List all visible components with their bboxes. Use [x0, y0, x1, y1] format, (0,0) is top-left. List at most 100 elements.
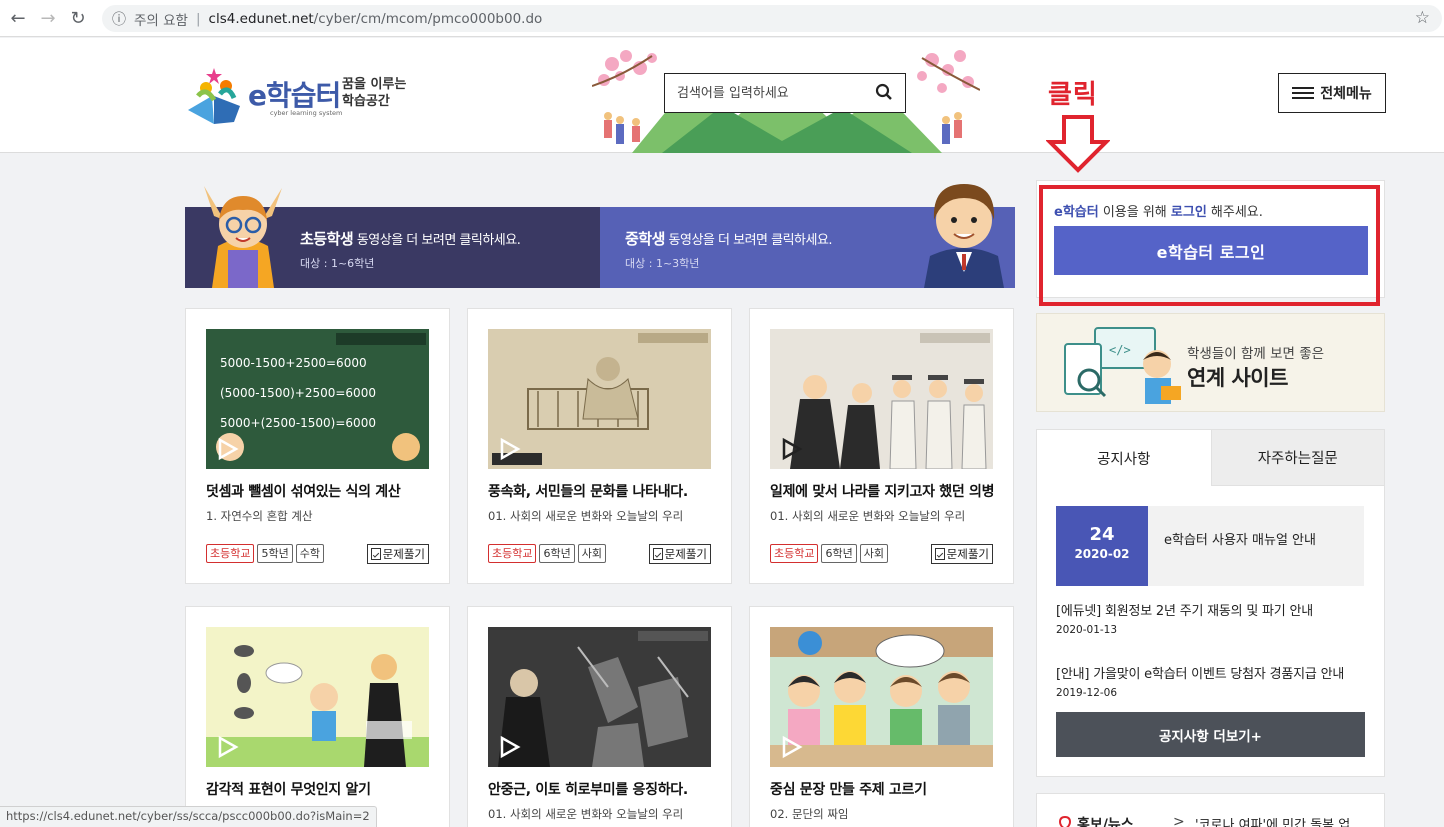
url-path: /cyber/cm/mcom/pmco000b00.do: [313, 10, 543, 27]
site-logo[interactable]: e학습터 꿈을 이루는 학습공간 cyber learning system: [184, 60, 414, 130]
linked-sites-illustration: </>: [1064, 327, 1181, 404]
featured-year-month: 2020-02: [1074, 547, 1130, 561]
card-tags: 초등학교 6학년 사회: [770, 544, 891, 563]
grade-tag: 6학년: [821, 544, 857, 563]
tagline-line1: 꿈을 이루는: [342, 77, 407, 92]
notice-title: [안내] 가을맞이 e학습터 이벤트 당첨자 경품지급 안내: [1056, 667, 1345, 682]
all-menu-button[interactable]: 전체메뉴: [1278, 73, 1386, 113]
linked-sites-subtitle: 학생들이 함께 보면 좋은: [1187, 346, 1325, 362]
quiz-label: 문제풀기: [946, 547, 989, 561]
subject-tag: 사회: [859, 544, 888, 563]
tab-faq[interactable]: 자주하는질문: [1210, 430, 1384, 486]
ahn-jung-geun-thumbnail: [488, 627, 711, 767]
back-arrow-icon[interactable]: ←: [6, 6, 30, 30]
video-card-5[interactable]: 안중근, 이토 히로부미를 응징하다. 01. 사회의 새로운 변화와 오늘날의…: [467, 606, 732, 827]
middle-school-kid-illustration: [924, 184, 1004, 288]
student-video-banner: 초등학생 동영상을 더 보려면 클릭하세요. 대상 : 1~6학년 중학생 동영…: [185, 207, 1015, 288]
quiz-label: 문제풀기: [382, 547, 425, 561]
play-icon[interactable]: [497, 437, 521, 461]
card-subtitle: 1. 자연수의 혼합 계산: [206, 509, 313, 523]
card-title[interactable]: 일제에 맞서 나라를 지키고자 했던 의병: [770, 481, 1000, 501]
quiz-label: 문제풀기: [664, 547, 707, 561]
grade-tag: 5학년: [257, 544, 293, 563]
card-title[interactable]: 덧셈과 뺄셈이 섞여있는 식의 계산: [206, 481, 436, 501]
news-headline[interactable]: '코로나 여파'에 민간 돌봄 업...: [1195, 814, 1363, 827]
security-label: 주의 요함: [134, 12, 188, 29]
card-title[interactable]: 풍속화, 서민들의 문화를 나타내다.: [488, 481, 718, 501]
search-input[interactable]: [665, 75, 865, 111]
level-tag: 초등학교: [206, 544, 255, 563]
address-bar[interactable]: ⓘ 주의 요함 | cls4.edunet.net/cyber/cm/mcom/…: [102, 5, 1442, 32]
megaphone-icon: [1059, 816, 1071, 827]
svg-text:</>: </>: [1109, 343, 1131, 357]
card-subtitle: 01. 사회의 새로운 변화와 오늘날의 우리: [488, 509, 684, 523]
video-card-4[interactable]: 감각적 표현이 무엇인지 알기 01. 재미가 톡톡톡: [185, 606, 450, 827]
featured-notice-title: e학습터 사용자 매뉴얼 안내: [1164, 533, 1316, 548]
card-subtitle: 01. 사회의 새로운 변화와 오늘날의 우리: [770, 509, 966, 523]
logo-brand-text: e학습터: [248, 79, 341, 112]
clipboard-check-icon: [370, 548, 381, 560]
news-next-arrow[interactable]: >: [1173, 814, 1185, 827]
search-box: [664, 73, 906, 113]
play-icon[interactable]: [215, 437, 239, 461]
elementary-title-rest: 동영상을 더 보려면 클릭하세요.: [353, 233, 521, 248]
card-subtitle: 02. 문단의 짜임: [770, 807, 849, 821]
notice-list-item[interactable]: [안내] 가을맞이 e학습터 이벤트 당첨자 경품지급 안내 2019-12-0…: [1056, 663, 1366, 699]
thumb-line-1: 5000-1500+2500=6000: [220, 356, 367, 370]
reload-icon[interactable]: ↻: [66, 6, 90, 30]
notice-list-item[interactable]: [에듀넷] 회원정보 2년 주기 재동의 및 파기 안내 2020-01-13: [1056, 600, 1366, 636]
clipboard-check-icon: [934, 548, 945, 560]
card-tags: 초등학교 6학년 사회: [488, 544, 609, 563]
elementary-banner-target: 대상 : 1~6학년: [300, 257, 375, 270]
subject-tag: 사회: [577, 544, 606, 563]
card-title[interactable]: 안중근, 이토 히로부미를 응징하다.: [488, 779, 718, 799]
quiz-button[interactable]: 문제풀기: [366, 544, 429, 564]
news-label[interactable]: 홍보/뉴스: [1077, 814, 1134, 827]
annotation-highlight-box: [1039, 185, 1380, 306]
middle-title-bold: 중학생: [625, 230, 665, 248]
featured-day: 24: [1089, 524, 1115, 545]
video-card-6[interactable]: 중심 문장 만들 주제 고르기 02. 문단의 짜임: [749, 606, 1014, 827]
video-card-2[interactable]: 풍속화, 서민들의 문화를 나타내다. 01. 사회의 새로운 변화와 오늘날의…: [467, 308, 732, 584]
featured-notice[interactable]: 24 2020-02 e학습터 사용자 매뉴얼 안내: [1056, 506, 1364, 586]
notice-panel: 공지사항 자주하는질문 24 2020-02 e학습터 사용자 매뉴얼 안내 […: [1036, 429, 1385, 777]
video-card-1[interactable]: 5000-1500+2500=6000 (5000-1500)+2500=600…: [185, 308, 450, 584]
righteous-army-thumbnail: [770, 329, 993, 469]
play-icon[interactable]: [497, 735, 521, 759]
math-lesson-thumbnail: 5000-1500+2500=6000 (5000-1500)+2500=600…: [206, 329, 429, 469]
quiz-button[interactable]: 문제풀기: [648, 544, 711, 564]
browser-toolbar: ← → ↻ ⓘ 주의 요함 | cls4.edunet.net/cyber/cm…: [0, 0, 1444, 37]
card-tags: 초등학교 5학년 수학: [206, 544, 327, 563]
grade-tag: 6학년: [539, 544, 575, 563]
info-icon[interactable]: ⓘ: [112, 9, 126, 29]
notice-more-button[interactable]: 공지사항 더보기+: [1056, 712, 1365, 757]
notice-tabs: 공지사항 자주하는질문: [1037, 430, 1384, 486]
play-icon[interactable]: [779, 437, 803, 461]
hamburger-icon: [1292, 87, 1315, 99]
notice-date: 2019-12-06: [1056, 687, 1118, 699]
url-domain: cls4.edunet.net: [208, 10, 314, 27]
elementary-kid-illustration: [204, 186, 282, 288]
thumb-line-3: 5000+(2500-1500)=6000: [220, 416, 376, 430]
search-icon[interactable]: [875, 83, 893, 101]
video-card-3[interactable]: 일제에 맞서 나라를 지키고자 했던 의병 01. 사회의 새로운 변화와 오늘…: [749, 308, 1014, 584]
annotation-click-label: 클릭: [1048, 80, 1098, 110]
middle-title-rest: 동영상을 더 보려면 클릭하세요.: [664, 233, 833, 248]
play-icon[interactable]: [779, 735, 803, 759]
linked-sites-banner[interactable]: </> 학생들이 함께 보면 좋은 연계 사이트: [1036, 313, 1385, 412]
news-panel: 홍보/뉴스 > '코로나 여파'에 민간 돌봄 업...: [1036, 793, 1385, 827]
card-title[interactable]: 감각적 표현이 무엇인지 알기: [206, 779, 436, 799]
play-icon[interactable]: [215, 735, 239, 759]
tagline-line2: 학습공간: [342, 94, 390, 109]
bookmark-star-icon[interactable]: ☆: [1415, 8, 1430, 28]
browser-status-bar: https://cls4.edunet.net/cyber/ss/scca/ps…: [0, 806, 377, 827]
subject-tag: 수학: [295, 544, 324, 563]
level-tag: 초등학교: [770, 544, 819, 563]
quiz-button[interactable]: 문제풀기: [930, 544, 993, 564]
card-title[interactable]: 중심 문장 만들 주제 고르기: [770, 779, 1000, 799]
tab-notice[interactable]: 공지사항: [1037, 430, 1211, 486]
url-separator: |: [195, 10, 201, 27]
logo-tagline: 꿈을 이루는 학습공간: [342, 76, 406, 110]
forward-arrow-icon[interactable]: →: [36, 6, 60, 30]
clipboard-check-icon: [652, 548, 663, 560]
